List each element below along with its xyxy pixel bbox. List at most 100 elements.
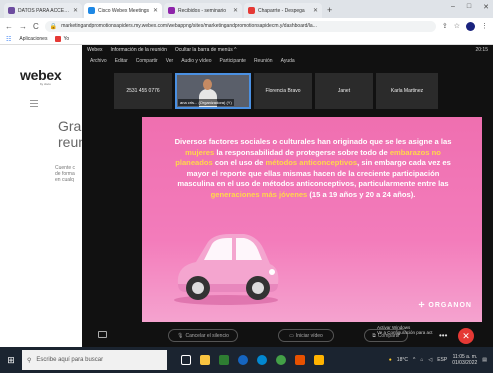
hide-menu-button[interactable]: Ocultar la barra de menús ^ (175, 47, 237, 53)
taskbar-clock[interactable]: 11:05 a. m. 01/03/2022 (452, 354, 477, 366)
participant-video-tile[interactable]: ana cris... (Organizadora) (Y) (175, 73, 251, 109)
meeting-window: Webex Información de la reunión Ocultar … (82, 45, 493, 347)
menu-participante[interactable]: Participante (220, 58, 246, 64)
tab-close-icon[interactable]: ✕ (233, 7, 238, 14)
meeting-time: 20:15 (475, 47, 488, 53)
powerpoint-icon[interactable] (295, 355, 305, 365)
bookmark-item[interactable]: Aplicaciones (19, 36, 47, 42)
slide-text-segment: la responsabilidad de protegerse sobre t… (214, 147, 390, 157)
more-menu-icon[interactable]: ⋮ (481, 22, 488, 30)
activate-line: Ve a Configuración para act (377, 330, 433, 335)
meeting-title-bar: Webex Información de la reunión Ocultar … (82, 45, 493, 55)
menu-ver[interactable]: Ver (166, 58, 174, 64)
tab-favicon-icon (8, 7, 15, 14)
minimize-button[interactable]: – (451, 3, 455, 11)
store-icon[interactable] (219, 355, 229, 365)
edge-icon[interactable] (238, 355, 248, 365)
tray-chevron-icon[interactable]: ^ (413, 357, 415, 363)
unmute-label: Cancelar el silencio (185, 332, 229, 339)
task-view-icon[interactable] (181, 355, 191, 365)
tab-favicon-icon (248, 7, 255, 14)
windows-taskbar: ⊞ ⚲ Escribe aquí para buscar ● 18°C ^ ⌂ … (0, 347, 493, 373)
slide-highlight: generaciones más jóvenes (210, 189, 308, 199)
weather-icon: ● (388, 357, 392, 363)
participant-name: ana cris... (Organizadora) (Y) (178, 99, 234, 106)
browser-tab[interactable]: Recibidos - seminario ✕ (164, 3, 242, 18)
explorer-folder-icon[interactable] (314, 355, 324, 365)
participant-name: Florencia Bravo (265, 88, 301, 94)
browser-tab[interactable]: DATOS PARA ACCESO ✕ (4, 3, 82, 18)
tab-label: Chaparrte - Despega (258, 7, 305, 14)
activate-windows-watermark: Activar Windows Ve a Configuración para … (377, 325, 433, 335)
address-bar: ← → C 🔒 marketingandpromotionsapiders.my… (0, 18, 493, 34)
tab-close-icon[interactable]: ✕ (313, 7, 318, 14)
participant-name: Karla Martinez (390, 88, 424, 94)
maximize-button[interactable]: □ (467, 3, 471, 11)
webex-app-icon[interactable] (257, 355, 267, 365)
unmute-button[interactable]: 🎙 Cancelar el silencio (168, 329, 238, 342)
participant-strip: 2531 455 0776 ana cris... (Organizadora)… (82, 67, 493, 114)
menu-ayuda[interactable]: Ayuda (281, 58, 295, 64)
hamburger-menu-icon[interactable] (30, 100, 38, 107)
star-icon[interactable]: ☆ (454, 22, 460, 30)
url-field[interactable]: 🔒 marketingandpromotionsapiders.my.webex… (44, 20, 436, 32)
tab-favicon-icon (88, 7, 95, 14)
page-body-text: Cuente c de forma en cualq (55, 165, 75, 183)
menu-compartir[interactable]: Compartir (136, 58, 158, 64)
browser-tab[interactable]: Chaparrte - Despega ✕ (244, 3, 322, 18)
system-tray: ● 18°C ^ ⌂ ◁ ESP 11:05 a. m. 01/03/2022 … (389, 354, 493, 366)
file-explorer-icon[interactable] (200, 355, 210, 365)
keyboard-lang[interactable]: ESP (437, 357, 447, 363)
lock-icon: 🔒 (49, 23, 58, 30)
slide-text-segment: Diversos factores sociales o culturales … (174, 137, 452, 146)
new-tab-button[interactable]: + (327, 5, 332, 15)
tab-favicon-icon (168, 7, 175, 14)
bookmark-item[interactable]: Yo (55, 36, 69, 42)
chat-icon[interactable] (98, 331, 107, 338)
participant-tile[interactable]: Janet (315, 73, 373, 109)
participant-name: Janet (337, 88, 351, 94)
participant-tile[interactable]: Florencia Bravo (254, 73, 312, 109)
meeting-info-button[interactable]: Información de la reunión (110, 47, 166, 53)
youtube-icon (55, 36, 62, 42)
bookmark-label: Aplicaciones (19, 36, 48, 42)
volume-icon[interactable]: ◁ (428, 357, 432, 363)
browser-tab-active[interactable]: Cisco Webex Meetings ✕ (84, 3, 162, 18)
start-video-button[interactable]: ▭ Iniciar vídeo (278, 329, 334, 342)
menu-reunion[interactable]: Reunión (254, 58, 273, 64)
tab-close-icon[interactable]: ✕ (153, 7, 158, 14)
participant-tile[interactable]: Karla Martinez (376, 73, 438, 109)
notifications-icon[interactable]: ▤ (482, 357, 487, 363)
url-text: marketingandpromotionsapiders.my.webex.c… (61, 23, 317, 29)
meeting-menu-bar: Archivo Editar Compartir Ver Audio y víd… (82, 56, 493, 65)
chrome-icon[interactable] (276, 355, 286, 365)
menu-archivo[interactable]: Archivo (90, 58, 107, 64)
meeting-controls: 🎙 Cancelar el silencio ▭ Iniciar vídeo ⧉… (82, 325, 493, 347)
forward-button[interactable]: → (19, 22, 27, 31)
more-options-icon[interactable]: ••• (439, 331, 447, 340)
taskbar-apps (181, 355, 324, 365)
menu-audio-video[interactable]: Audio y vídeo (181, 58, 211, 64)
menu-editar[interactable]: Editar (115, 58, 128, 64)
back-button[interactable]: ← (5, 22, 13, 31)
reload-button[interactable]: C (33, 22, 39, 31)
share-icon[interactable]: ⇪ (442, 22, 448, 30)
slide-text: Diversos factores sociales o culturales … (168, 137, 458, 200)
pink-car-illustration (174, 234, 279, 305)
start-video-label: Iniciar vídeo (295, 332, 323, 339)
close-window-button[interactable]: ✕ (483, 3, 489, 11)
clock-date: 01/03/2022 (452, 360, 478, 366)
participant-tile[interactable]: 2531 455 0776 (114, 73, 172, 109)
bookmarks-bar: ☷ Aplicaciones Yo (0, 34, 493, 45)
tab-close-icon[interactable]: ✕ (73, 7, 78, 14)
leave-meeting-button[interactable]: ✕ (458, 328, 474, 344)
address-bar-icons: ⇪ ☆ ⋮ (442, 21, 488, 31)
windows-start-icon[interactable]: ⊞ (0, 347, 22, 373)
tab-label: DATOS PARA ACCESO (18, 7, 70, 14)
participant-video-head (203, 79, 212, 90)
taskbar-search[interactable]: ⚲ Escribe aquí para buscar (22, 350, 167, 370)
profile-avatar[interactable] (466, 21, 475, 31)
apps-grid-icon[interactable]: ☷ (6, 36, 11, 43)
search-icon: ⚲ (27, 357, 32, 364)
network-icon: ⌂ (420, 357, 424, 363)
